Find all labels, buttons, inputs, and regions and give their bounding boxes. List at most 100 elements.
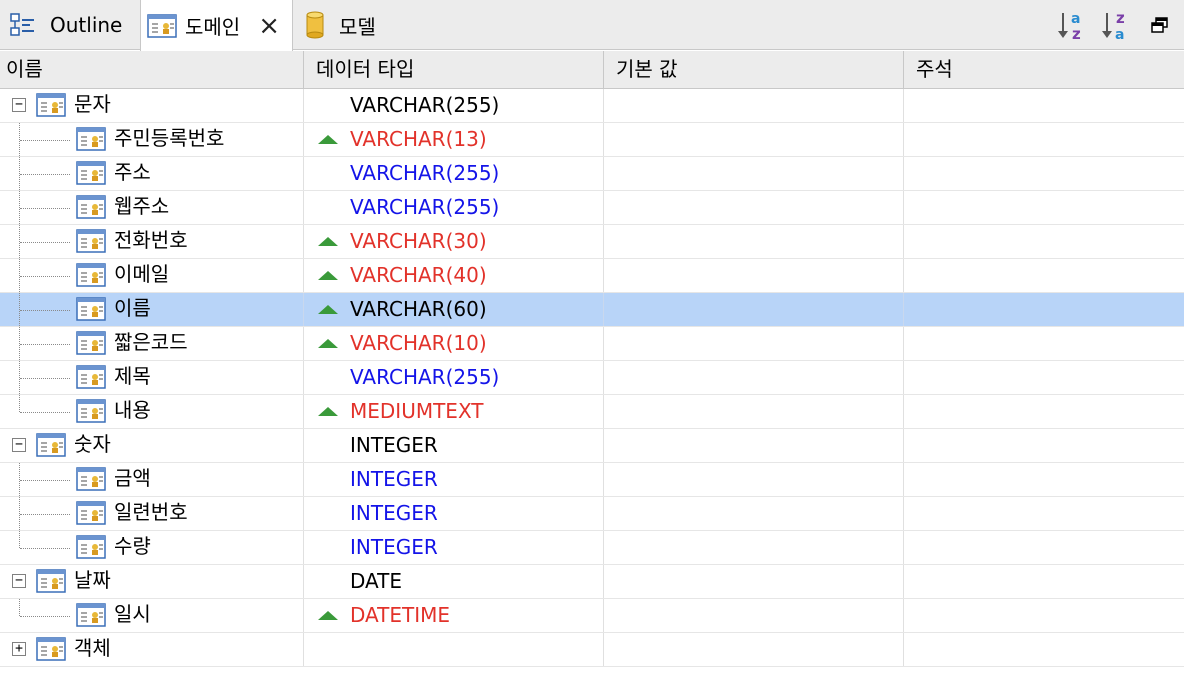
table-row[interactable]: 이름 VARCHAR(60) — [0, 293, 1184, 327]
table-row[interactable]: 짧은코드 VARCHAR(10) — [0, 327, 1184, 361]
datatype-cell[interactable]: VARCHAR(255) — [304, 361, 604, 394]
tree-group-row[interactable]: − 숫자 INTEGER — [0, 429, 1184, 463]
comment-cell[interactable] — [904, 599, 1184, 632]
sort-az-button[interactable]: a z — [1056, 8, 1092, 42]
datatype-cell[interactable]: VARCHAR(255) — [304, 157, 604, 190]
datatype-cell[interactable]: VARCHAR(60) — [304, 293, 604, 326]
comment-cell[interactable] — [904, 327, 1184, 360]
default-value-cell[interactable] — [604, 599, 904, 632]
datatype-cell[interactable]: INTEGER — [304, 497, 604, 530]
comment-cell[interactable] — [904, 259, 1184, 292]
column-header-default[interactable]: 기본 값 — [604, 51, 904, 88]
comment-cell[interactable] — [904, 395, 1184, 428]
tree-connector — [20, 276, 70, 277]
tab-model-label: 모델 — [339, 14, 376, 39]
table-row[interactable]: 주소 VARCHAR(255) — [0, 157, 1184, 191]
tree-group-row[interactable]: + 객체 — [0, 633, 1184, 667]
table-row[interactable]: 금액 INTEGER — [0, 463, 1184, 497]
restore-window-icon — [1151, 17, 1168, 33]
default-value-cell[interactable] — [604, 565, 904, 598]
table-row[interactable]: 일시 DATETIME — [0, 599, 1184, 633]
default-value-cell[interactable] — [604, 157, 904, 190]
table-row[interactable]: 내용 MEDIUMTEXT — [0, 395, 1184, 429]
column-header-datatype[interactable]: 데이터 타입 — [304, 51, 604, 88]
default-value-cell[interactable] — [604, 293, 904, 326]
tab-model[interactable]: 모델 — [293, 0, 413, 50]
triangle-up-icon — [318, 339, 338, 348]
expand-icon[interactable]: + — [12, 642, 26, 656]
default-value-cell[interactable] — [604, 191, 904, 224]
default-value-cell[interactable] — [604, 497, 904, 530]
table-row[interactable]: 제목 VARCHAR(255) — [0, 361, 1184, 395]
close-icon[interactable]: × — [258, 13, 280, 39]
comment-cell[interactable] — [904, 565, 1184, 598]
comment-cell[interactable] — [904, 633, 1184, 666]
default-value-cell[interactable] — [604, 225, 904, 258]
domain-icon — [36, 637, 66, 661]
tree-connector — [20, 140, 70, 141]
datatype-cell[interactable] — [304, 633, 604, 666]
svg-text:z: z — [1116, 9, 1125, 27]
default-value-cell[interactable] — [604, 89, 904, 122]
column-header-name[interactable]: 이름 — [0, 51, 304, 88]
tab-domain[interactable]: 도메인 × — [140, 0, 293, 51]
datatype-cell[interactable]: VARCHAR(13) — [304, 123, 604, 156]
column-header-comment[interactable]: 주석 — [904, 51, 1184, 88]
datatype-cell[interactable]: MEDIUMTEXT — [304, 395, 604, 428]
datatype-cell[interactable]: VARCHAR(40) — [304, 259, 604, 292]
table-row[interactable]: 전화번호 VARCHAR(30) — [0, 225, 1184, 259]
default-value-cell[interactable] — [604, 463, 904, 496]
tab-outline[interactable]: Outline — [0, 0, 140, 50]
table-row[interactable]: 이메일 VARCHAR(40) — [0, 259, 1184, 293]
comment-cell[interactable] — [904, 225, 1184, 258]
default-value-cell[interactable] — [604, 633, 904, 666]
comment-cell[interactable] — [904, 531, 1184, 564]
datatype-cell[interactable]: VARCHAR(30) — [304, 225, 604, 258]
tree-group-row[interactable]: − 문자 VARCHAR(255) — [0, 89, 1184, 123]
default-value-cell[interactable] — [604, 361, 904, 394]
tree-group-row[interactable]: − 날짜 DATE — [0, 565, 1184, 599]
collapse-icon[interactable]: − — [12, 98, 26, 112]
comment-cell[interactable] — [904, 157, 1184, 190]
datatype-cell[interactable]: VARCHAR(255) — [304, 89, 604, 122]
restore-window-button[interactable] — [1146, 8, 1174, 42]
datatype-cell[interactable]: DATETIME — [304, 599, 604, 632]
datatype-cell[interactable]: DATE — [304, 565, 604, 598]
default-value-cell[interactable] — [604, 531, 904, 564]
datatype-cell[interactable]: VARCHAR(10) — [304, 327, 604, 360]
default-value-cell[interactable] — [604, 123, 904, 156]
domain-name: 일련번호 — [114, 500, 188, 524]
datatype-cell[interactable]: VARCHAR(255) — [304, 191, 604, 224]
default-value-cell[interactable] — [604, 327, 904, 360]
default-value-cell[interactable] — [604, 395, 904, 428]
comment-cell[interactable] — [904, 361, 1184, 394]
triangle-up-icon — [318, 407, 338, 416]
table-row[interactable]: 웹주소 VARCHAR(255) — [0, 191, 1184, 225]
datatype-cell[interactable]: INTEGER — [304, 463, 604, 496]
sort-az-icon: a z — [1058, 11, 1081, 41]
tab-domain-label: 도메인 — [185, 15, 241, 39]
tree-connector — [20, 480, 70, 481]
domain-icon — [36, 93, 66, 117]
tree-connector-vertical — [19, 599, 20, 616]
datatype-cell[interactable]: INTEGER — [304, 429, 604, 462]
table-row[interactable]: 일련번호 INTEGER — [0, 497, 1184, 531]
comment-cell[interactable] — [904, 191, 1184, 224]
name-cell: + 객체 — [0, 633, 304, 666]
datatype-value: MEDIUMTEXT — [350, 399, 484, 423]
comment-cell[interactable] — [904, 463, 1184, 496]
sort-za-button[interactable]: z a — [1100, 8, 1136, 42]
datatype-cell[interactable]: INTEGER — [304, 531, 604, 564]
collapse-icon[interactable]: − — [12, 438, 26, 452]
comment-cell[interactable] — [904, 123, 1184, 156]
comment-cell[interactable] — [904, 429, 1184, 462]
default-value-cell[interactable] — [604, 259, 904, 292]
tab-outline-label: Outline — [50, 13, 123, 37]
comment-cell[interactable] — [904, 293, 1184, 326]
comment-cell[interactable] — [904, 89, 1184, 122]
collapse-icon[interactable]: − — [12, 574, 26, 588]
default-value-cell[interactable] — [604, 429, 904, 462]
table-row[interactable]: 주민등록번호 VARCHAR(13) — [0, 123, 1184, 157]
table-row[interactable]: 수량 INTEGER — [0, 531, 1184, 565]
comment-cell[interactable] — [904, 497, 1184, 530]
